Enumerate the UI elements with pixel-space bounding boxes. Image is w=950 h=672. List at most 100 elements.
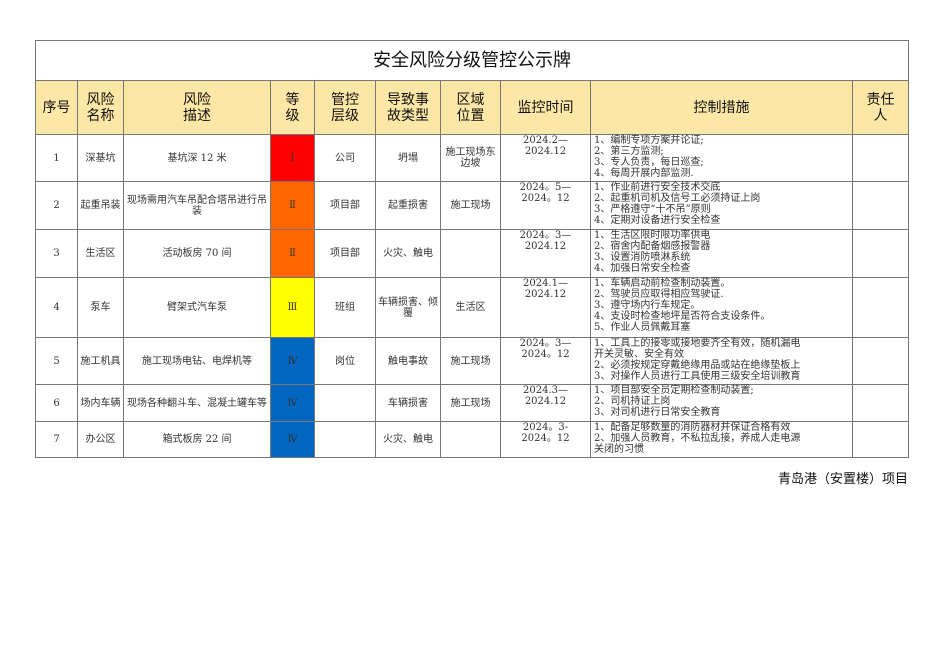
monitor-time: 2024。3— 2024.12 bbox=[500, 229, 591, 278]
header-controls: 控制措施 bbox=[590, 80, 853, 135]
management-level: 岗位 bbox=[314, 337, 376, 385]
risk-board: 安全风险分级管控公示牌 序号 风险 名称 风险 描述 等级 管控 层级 导致事 故类型 … bbox=[34, 40, 910, 458]
area-location: 施工现场东边坡 bbox=[440, 134, 501, 182]
time-line: 2024.12 bbox=[524, 396, 567, 407]
header-line: 级 bbox=[285, 107, 300, 124]
monitor-time: 2024。3— 2024。12 bbox=[500, 337, 591, 385]
control-item: 1、编制专项方案并论证; bbox=[594, 135, 704, 146]
header-area: 区域 位置 bbox=[440, 80, 501, 135]
control-item: 2、起重机司机及信号工必须持证上岗 bbox=[594, 193, 761, 204]
risk-description: 现场各种翻斗车、混凝土罐车等 bbox=[123, 384, 271, 422]
responsible-person bbox=[851, 134, 910, 182]
table-row: 7 办公区 箱式板房 22 间 Ⅳ 火灾、触电 2024。3- 2024。12 1、配备足够数… bbox=[35, 421, 910, 458]
table-row: 1 深基坑 基坑深 12 米 Ⅰ 公司 坍塌 施工现场东边坡 2024.2— 2024.12 1、… bbox=[35, 134, 910, 182]
table-row: 4 泵车 臂架式汽车泵 Ⅲ 班组 车辆损害、倾覆 生活区 2024.1— 2024.12 1、车辆… bbox=[35, 277, 910, 338]
control-item: 3、对司机进行日常安全教育 bbox=[594, 407, 721, 418]
control-item: 3、设置消防喷淋系统 bbox=[594, 252, 691, 263]
control-item: 2、第三方监测; bbox=[594, 146, 664, 157]
control-item: 2、司机持证上岗 bbox=[594, 396, 671, 407]
row-number: 3 bbox=[35, 229, 78, 278]
header-level: 等级 bbox=[270, 80, 315, 135]
control-item: 5、作业人员佩戴耳塞 bbox=[594, 322, 691, 333]
risk-name: 起重吊装 bbox=[77, 181, 124, 230]
area-location: 施工现场 bbox=[440, 181, 501, 230]
area-location: 施工现场 bbox=[440, 384, 501, 422]
risk-level-badge: Ⅲ bbox=[270, 277, 315, 338]
time-line: 2024.2— bbox=[523, 135, 568, 146]
time-line: 2024。12 bbox=[521, 349, 570, 360]
header-owner: 责任人 bbox=[851, 80, 910, 135]
control-item: 2、驾驶员应取得相应驾驶证. bbox=[594, 289, 724, 300]
control-item: 3、遵守场内行车规定。 bbox=[594, 300, 701, 311]
management-level bbox=[314, 421, 376, 458]
header-line: 故类型 bbox=[387, 107, 429, 124]
table-row: 3 生活区 活动板房 70 间 Ⅱ 项目部 火灾、触电 2024。3— 2024.12 1、生活… bbox=[35, 229, 910, 278]
table-row: 2 起重吊装 现场需用汽车吊配合塔吊进行吊装 Ⅱ 项目部 起重损害 施工现场 2024。5— 2… bbox=[35, 181, 910, 230]
control-item: 1、项目部安全员定期检查制动装置; bbox=[594, 385, 754, 396]
control-item: 2、必须按规定穿戴绝缘用品或站在绝缘垫板上 bbox=[594, 360, 801, 371]
control-item: 关闭的习惯 bbox=[594, 444, 644, 455]
responsible-person bbox=[851, 337, 910, 385]
control-item: 4、每周开展内部监测. bbox=[594, 168, 694, 179]
time-line: 2024。3- bbox=[522, 422, 569, 433]
monitor-time: 2024。5— 2024。12 bbox=[500, 181, 591, 230]
management-level: 项目部 bbox=[314, 181, 376, 230]
risk-level-badge: Ⅳ bbox=[270, 421, 315, 458]
control-item: 1、工具上的接零或接地要齐全有效，随机漏电 bbox=[594, 338, 801, 349]
time-line: 2024.1— bbox=[523, 278, 568, 289]
control-measures: 1、生活区限时限功率供电 2、宿舍内配备烟感报警器 3、设置消防喷淋系统 4、加强日常… bbox=[590, 229, 853, 278]
management-level bbox=[314, 384, 376, 422]
accident-type: 火灾、触电 bbox=[375, 229, 441, 278]
risk-name: 生活区 bbox=[77, 229, 124, 278]
risk-level-badge: Ⅳ bbox=[270, 384, 315, 422]
monitor-time: 2024.2— 2024.12 bbox=[500, 134, 591, 182]
header-row: 序号 风险 名称 风险 描述 等级 管控 层级 导致事 故类型 区域 位置 监控时间 控制… bbox=[35, 80, 910, 135]
row-number: 7 bbox=[35, 421, 78, 458]
management-level: 公司 bbox=[314, 134, 376, 182]
risk-name: 泵车 bbox=[77, 277, 124, 338]
row-number: 6 bbox=[35, 384, 78, 422]
management-level: 项目部 bbox=[314, 229, 376, 278]
responsible-person bbox=[851, 277, 910, 338]
table-row: 6 场内车辆 现场各种翻斗车、混凝土罐车等 Ⅳ 车辆损害 施工现场 2024.3— 2024.… bbox=[35, 384, 910, 422]
header-mgmt: 管控 层级 bbox=[314, 80, 376, 135]
risk-description: 箱式板房 22 间 bbox=[123, 421, 271, 458]
project-name: 青岛港（安置楼）项目 bbox=[777, 472, 908, 487]
risk-name: 施工机具 bbox=[77, 337, 124, 385]
header-name: 风险 名称 bbox=[77, 80, 124, 135]
header-line: 区域 bbox=[456, 91, 485, 108]
accident-type: 车辆损害 bbox=[375, 384, 441, 422]
header-time: 监控时间 bbox=[500, 80, 591, 135]
accident-type: 起重损害 bbox=[375, 181, 441, 230]
management-level: 班组 bbox=[314, 277, 376, 338]
control-item: 3、专人负责，每日巡查; bbox=[594, 157, 704, 168]
risk-table: 安全风险分级管控公示牌 序号 风险 名称 风险 描述 等级 管控 层级 导致事 故类型 … bbox=[34, 40, 910, 458]
control-item: 2、加强人员教育，不私拉乱接，养成人走电源 bbox=[594, 433, 801, 444]
accident-type: 车辆损害、倾覆 bbox=[375, 277, 441, 338]
time-line: 2024。3— bbox=[519, 230, 572, 241]
header-accident: 导致事 故类型 bbox=[375, 80, 441, 135]
control-item: 1、配备足够数量的消防器材并保证合格有效 bbox=[594, 422, 791, 433]
monitor-time: 2024。3- 2024。12 bbox=[500, 421, 591, 458]
responsible-person bbox=[851, 421, 910, 458]
time-line: 2024.12 bbox=[524, 289, 567, 300]
responsible-person bbox=[851, 229, 910, 278]
control-item: 4、定期对设备进行安全检查 bbox=[594, 215, 721, 226]
responsible-person bbox=[851, 181, 910, 230]
board-title: 安全风险分级管控公示牌 bbox=[34, 40, 910, 81]
header-line: 人 bbox=[873, 107, 888, 124]
responsible-person bbox=[851, 384, 910, 422]
risk-name: 办公区 bbox=[77, 421, 124, 458]
header-line: 描述 bbox=[183, 107, 211, 124]
time-line: 2024。12 bbox=[521, 193, 570, 204]
header-no: 序号 bbox=[35, 80, 78, 135]
risk-description: 活动板房 70 间 bbox=[123, 229, 271, 278]
control-item: 1、作业前进行安全技术交底 bbox=[594, 182, 721, 193]
header-line: 位置 bbox=[456, 107, 485, 124]
header-line: 等 bbox=[285, 91, 300, 108]
control-item: 3、对操作人员进行工具使用三级安全培训教育 bbox=[594, 371, 801, 382]
row-number: 1 bbox=[35, 134, 78, 182]
row-number: 4 bbox=[35, 277, 78, 338]
header-desc: 风险 描述 bbox=[123, 80, 271, 135]
time-line: 2024。5— bbox=[519, 182, 572, 193]
